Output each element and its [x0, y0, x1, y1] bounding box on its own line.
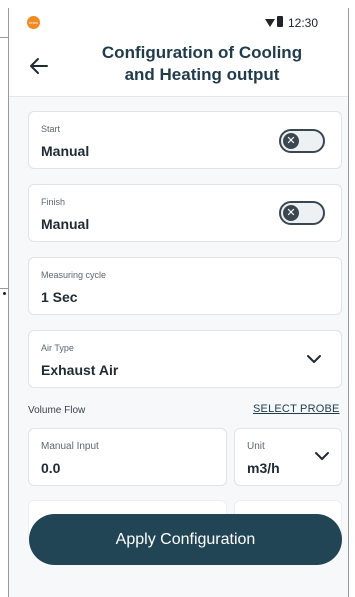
unit-select[interactable]: Unit m3/h: [234, 428, 342, 486]
start-field: Start Manual ✕: [28, 111, 342, 169]
app-screen: testo 12:30 Configuration of Cooling and…: [9, 0, 348, 597]
title-line-2: and Heating output: [124, 65, 280, 84]
finish-toggle[interactable]: ✕: [279, 201, 325, 225]
measuring-cycle-field[interactable]: Measuring cycle 1 Sec: [28, 257, 342, 315]
start-toggle[interactable]: ✕: [279, 129, 325, 153]
unit-value: m3/h: [247, 460, 280, 476]
air-type-select[interactable]: Air Type Exhaust Air: [28, 330, 342, 388]
finish-value: Manual: [41, 216, 90, 232]
manual-input-value: 0.0: [41, 460, 61, 476]
frame-border-right: [348, 8, 349, 597]
start-label: Start: [41, 124, 61, 134]
status-bar: testo 12:30: [9, 0, 348, 34]
apply-configuration-button[interactable]: Apply Configuration: [29, 514, 342, 565]
frame-dot: [3, 292, 6, 295]
volume-flow-label: Volume Flow: [28, 405, 86, 416]
page-title: Configuration of Cooling and Heating out…: [67, 42, 337, 86]
wifi-icon: [265, 19, 275, 27]
measuring-cycle-label: Measuring cycle: [41, 270, 107, 280]
chevron-down-icon: [315, 452, 329, 460]
close-icon: ✕: [283, 205, 299, 221]
frame-tick-mid: [0, 288, 9, 289]
manual-input-field[interactable]: Manual Input 0.0: [28, 428, 227, 486]
manual-input-label: Manual Input: [41, 441, 99, 452]
status-time: 12:30: [288, 16, 319, 30]
start-value: Manual: [41, 143, 90, 159]
testo-logo: testo: [27, 16, 40, 29]
air-type-value: Exhaust Air: [41, 362, 119, 378]
frame-tick-top: [0, 37, 9, 38]
air-type-label: Air Type: [41, 343, 74, 353]
outer-margin: [0, 0, 8, 597]
close-icon: ✕: [283, 133, 299, 149]
page-header: Configuration of Cooling and Heating out…: [9, 34, 348, 97]
measuring-cycle-value: 1 Sec: [41, 289, 78, 305]
chevron-down-icon: [307, 355, 321, 363]
battery-icon: [277, 16, 283, 27]
finish-label: Finish: [41, 197, 66, 207]
arrow-left-icon[interactable]: [27, 54, 51, 78]
unit-label: Unit: [247, 441, 265, 452]
title-line-1: Configuration of Cooling: [101, 43, 303, 62]
finish-field: Finish Manual ✕: [28, 184, 342, 242]
select-probe-link[interactable]: SELECT PROBE: [253, 403, 340, 415]
